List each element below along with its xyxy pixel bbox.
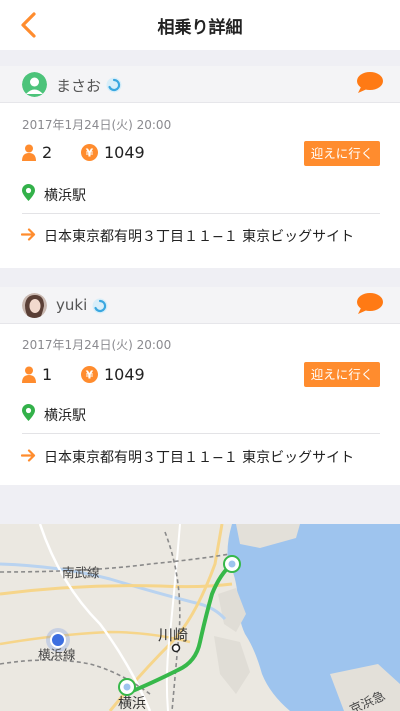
navigation-bar: 相乗り詳細 [0,0,400,50]
map-label-station: 横浜 [118,696,146,711]
ride-card-header: yuki [0,287,400,324]
destination-location: 日本東京都有明３丁目１１−１ 東京ビッグサイト [44,450,355,466]
origin-location: 横浜駅 [44,408,86,424]
map-pin-icon [22,404,35,421]
ride-datetime: 2017年1月24日(火) 20:00 [22,338,172,352]
ride-card-header: まさお [0,66,400,103]
ride-price: 1049 [104,143,145,162]
avatar[interactable] [22,72,47,97]
chat-bubble-icon[interactable] [356,292,384,316]
map-pin-icon [22,184,35,201]
ride-card: yuki 2017年1月24日(火) 20:00 1 ¥ 1049 迎えに行く … [0,287,400,485]
route-end-marker-icon[interactable] [223,555,241,573]
page-title: 相乗り詳細 [157,18,243,38]
ride-card: まさお 2017年1月24日(火) 20:00 2 ¥ 1049 迎えに行く 横… [0,66,400,268]
yen-coin-icon: ¥ [81,366,98,383]
user-name: まさお [56,77,102,95]
arrow-right-icon [21,449,36,462]
yen-coin-icon: ¥ [81,144,98,161]
avatar[interactable] [22,293,47,318]
verified-badge-icon [92,298,108,314]
passenger-count: 2 [42,143,53,162]
divider [22,433,380,434]
verified-badge-icon [106,77,122,93]
svg-text:¥: ¥ [86,147,94,160]
map-label-line: 南武線 [62,565,100,580]
ride-price: 1049 [104,365,145,384]
pickup-button[interactable]: 迎えに行く [304,141,380,166]
map-label-line: 横浜線 [38,647,76,662]
divider [22,213,380,214]
arrow-right-icon [21,228,36,241]
destination-location: 日本東京都有明３丁目１１−１ 東京ビッグサイト [44,229,355,245]
svg-text:¥: ¥ [86,369,94,382]
passenger-count: 1 [42,365,53,384]
chat-bubble-icon[interactable] [356,71,384,95]
route-map[interactable]: 南武線 川崎 横浜線 横浜 京浜急 [0,524,400,711]
origin-location: 横浜駅 [44,188,86,204]
map-label-city: 川崎 [158,626,189,644]
pickup-button[interactable]: 迎えに行く [304,362,380,387]
user-name: yuki [56,296,88,314]
person-icon [22,366,36,383]
ride-datetime: 2017年1月24日(火) 20:00 [22,118,172,132]
map-canvas [0,524,400,711]
person-icon [22,144,36,161]
